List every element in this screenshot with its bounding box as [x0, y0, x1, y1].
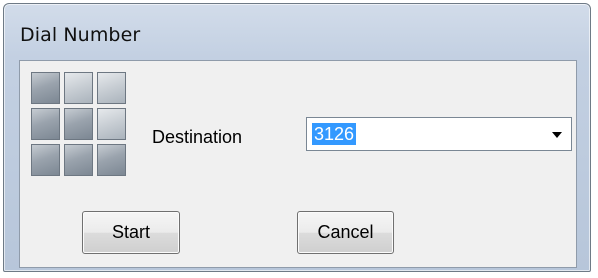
keypad-key	[31, 144, 60, 176]
destination-value[interactable]: 3126	[312, 123, 357, 145]
keypad-key	[97, 144, 126, 176]
keypad-key	[31, 108, 60, 140]
cancel-button[interactable]: Cancel	[297, 211, 394, 254]
start-button[interactable]: Start	[82, 211, 180, 254]
window-title: Dial Number	[20, 24, 141, 46]
dial-number-dialog: Dial Number Destination 3126 Start Cance…	[3, 3, 591, 272]
title-bar[interactable]: Dial Number	[4, 4, 590, 54]
destination-combobox[interactable]: 3126	[306, 117, 572, 151]
keypad-key	[97, 108, 126, 140]
keypad-key	[31, 72, 60, 104]
destination-label: Destination	[152, 127, 243, 147]
keypad-key	[97, 72, 126, 104]
dialog-content: Destination 3126 Start Cancel	[19, 60, 577, 268]
keypad-icon	[31, 72, 126, 177]
chevron-down-icon	[552, 132, 562, 138]
keypad-key	[64, 72, 93, 104]
keypad-key	[64, 108, 93, 140]
dropdown-arrow-icon[interactable]	[549, 127, 565, 143]
keypad-key	[64, 144, 93, 176]
